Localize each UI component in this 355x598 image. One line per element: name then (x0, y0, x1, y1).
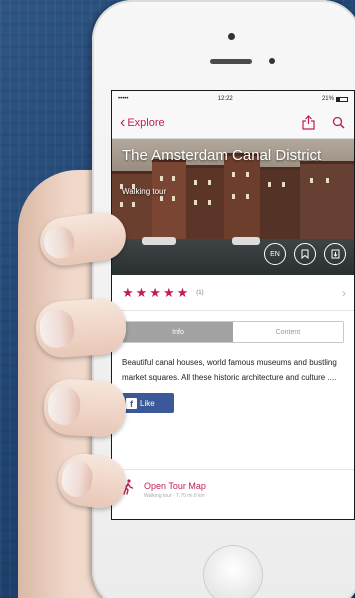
bookmark-icon[interactable] (294, 243, 316, 265)
star-rating: ★★★★★ (122, 284, 191, 300)
open-tour-map-label: Open Tour Map (144, 480, 206, 491)
finger (42, 377, 128, 439)
tour-description: Beautiful canal houses, world famous mus… (122, 358, 337, 382)
signal-indicator: ••••• (118, 96, 129, 102)
back-button[interactable]: ‹ Explore (120, 113, 165, 131)
chevron-right-icon: › (342, 285, 346, 300)
status-bar: ••••• 12:22 21% (112, 91, 354, 107)
tab-info[interactable]: Info (123, 322, 233, 342)
download-icon[interactable] (324, 243, 346, 265)
facebook-like-button[interactable]: f Like (122, 393, 174, 413)
finger (34, 296, 128, 360)
navigation-bar: ‹ Explore (112, 107, 354, 139)
proximity-sensor (269, 58, 275, 64)
tour-map-detail: Walking tour · 7.70 mi 8 km (144, 492, 205, 499)
back-button-label: Explore (127, 116, 165, 129)
app-screen: ••••• 12:22 21% ‹ Explore The Amsterdam … (111, 90, 355, 520)
open-tour-map-row[interactable]: Open Tour Map Walking tour · 7.70 mi 8 k… (112, 469, 354, 509)
battery-icon (335, 96, 348, 102)
chevron-left-icon: ‹ (120, 113, 126, 131)
tour-title: The Amsterdam Canal District (122, 147, 322, 164)
earpiece-speaker (210, 59, 252, 64)
front-camera (228, 33, 235, 40)
facebook-icon: f (126, 397, 137, 409)
language-label: EN (270, 250, 280, 258)
info-content-segmented-control: Info Content (122, 321, 344, 343)
tour-subtitle: Walking tour (122, 187, 167, 196)
battery-percent: 21% (321, 96, 334, 102)
tab-content[interactable]: Content (233, 322, 343, 342)
status-time: 12:22 (217, 96, 233, 102)
rating-count: (1) (196, 289, 204, 296)
search-icon[interactable] (330, 115, 346, 131)
like-label: Like (140, 398, 155, 408)
tab-content-label: Content (275, 328, 301, 336)
home-button[interactable] (203, 545, 263, 598)
battery-indicator: 21% (322, 96, 348, 102)
share-icon[interactable] (300, 115, 316, 131)
tab-info-label: Info (172, 328, 184, 336)
tour-hero-image: The Amsterdam Canal District Walking tou… (112, 139, 354, 275)
language-button[interactable]: EN (264, 243, 286, 265)
rating-row[interactable]: ★★★★★ (1) › (112, 275, 354, 311)
